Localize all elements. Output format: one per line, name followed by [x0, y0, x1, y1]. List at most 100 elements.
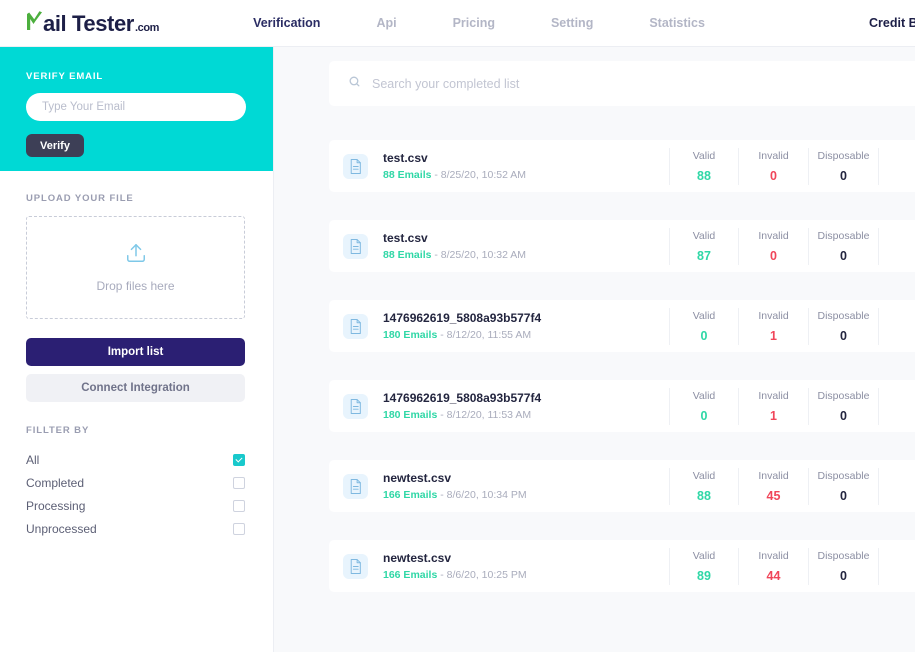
- stat-value-valid: 87: [670, 249, 738, 263]
- filter-option-completed[interactable]: Completed: [26, 471, 245, 494]
- filter-option-unprocessed[interactable]: Unprocessed: [26, 517, 245, 540]
- stat-label-invalid: Invalid: [739, 390, 808, 402]
- nav-item-verification[interactable]: Verification: [225, 16, 348, 30]
- upload-file-panel: UPLOAD YOUR FILE Drop files here: [0, 171, 273, 319]
- brand-logo[interactable]: ail Tester .com: [26, 9, 159, 37]
- stat-value-invalid: 44: [739, 569, 808, 583]
- file-name: 1476962619_5808a93b577f4: [383, 311, 669, 325]
- stat-value-invalid: 1: [739, 329, 808, 343]
- file-document-icon: [343, 154, 368, 179]
- list-item[interactable]: 1476962619_5808a93b577f4 180 Emails - 8/…: [329, 380, 915, 432]
- stat-label-disposable: Disposable: [809, 310, 878, 322]
- verify-email-input[interactable]: [26, 93, 246, 121]
- file-name: newtest.csv: [383, 551, 669, 565]
- stat-invalid: Invalid 45: [739, 468, 809, 505]
- file-meta: test.csv 88 Emails - 8/25/20, 10:52 AM: [383, 151, 669, 181]
- file-name: newtest.csv: [383, 471, 669, 485]
- stat-value-disposable: 0: [809, 409, 878, 423]
- stat-valid: Valid 0: [669, 308, 739, 345]
- file-document-icon: [343, 554, 368, 579]
- filter-label-processing: Processing: [26, 499, 85, 513]
- stat-value-disposable: 0: [809, 249, 878, 263]
- stat-value-disposable: 0: [809, 569, 878, 583]
- stat-valid: Valid 88: [669, 468, 739, 505]
- credit-balance-label[interactable]: Credit Balance: [869, 16, 915, 30]
- stat-label-disposable: Disposable: [809, 390, 878, 402]
- upload-date: - 8/25/20, 10:52 AM: [434, 169, 526, 181]
- stat-label-valid: Valid: [670, 230, 738, 242]
- stat-label-valid: Valid: [670, 150, 738, 162]
- connect-integration-button[interactable]: Connect Integration: [26, 374, 245, 402]
- verify-button[interactable]: Verify: [26, 134, 84, 157]
- upload-date: - 8/25/20, 10:32 AM: [434, 249, 526, 261]
- file-name: test.csv: [383, 231, 669, 245]
- logo-text: ail Tester: [43, 11, 134, 37]
- file-dropzone[interactable]: Drop files here: [26, 216, 245, 319]
- stat-value-valid: 0: [670, 329, 738, 343]
- stat-disposable: Disposable 0: [809, 308, 879, 345]
- list-item[interactable]: test.csv 88 Emails - 8/25/20, 10:32 AM V…: [329, 220, 915, 272]
- upload-date: - 8/12/20, 11:55 AM: [440, 329, 531, 341]
- sidebar: VERIFY EMAIL Verify UPLOAD YOUR FILE Dro…: [0, 47, 274, 652]
- nav-item-pricing[interactable]: Pricing: [425, 16, 523, 30]
- stat-valid: Valid 87: [669, 228, 739, 265]
- file-document-icon: [343, 474, 368, 499]
- email-count: 88 Emails: [383, 249, 431, 261]
- nav-item-setting[interactable]: Setting: [523, 16, 621, 30]
- stat-valid: Valid 0: [669, 388, 739, 425]
- stat-value-valid: 89: [670, 569, 738, 583]
- email-count: 166 Emails: [383, 569, 437, 581]
- stat-label-invalid: Invalid: [739, 470, 808, 482]
- search-input[interactable]: [372, 77, 872, 91]
- stat-invalid: Invalid 0: [739, 228, 809, 265]
- list-item[interactable]: newtest.csv 166 Emails - 8/6/20, 10:34 P…: [329, 460, 915, 512]
- stat-disposable: Disposable 0: [809, 228, 879, 265]
- main-content: test.csv 88 Emails - 8/25/20, 10:52 AM V…: [274, 47, 915, 652]
- nav-item-api[interactable]: Api: [348, 16, 424, 30]
- file-subtitle: 180 Emails - 8/12/20, 11:55 AM: [383, 329, 669, 341]
- stat-label-valid: Valid: [670, 310, 738, 322]
- stat-label-disposable: Disposable: [809, 230, 878, 242]
- stat-valid: Valid 89: [669, 548, 739, 585]
- stats-group: Valid 89 Invalid 44 Disposable 0: [669, 548, 879, 585]
- file-document-icon: [343, 314, 368, 339]
- import-list-button[interactable]: Import list: [26, 338, 245, 366]
- stat-value-disposable: 0: [809, 329, 878, 343]
- filter-option-all[interactable]: All: [26, 448, 245, 471]
- file-meta: newtest.csv 166 Emails - 8/6/20, 10:25 P…: [383, 551, 669, 581]
- stat-invalid: Invalid 1: [739, 308, 809, 345]
- list-item[interactable]: newtest.csv 166 Emails - 8/6/20, 10:25 P…: [329, 540, 915, 592]
- list-item[interactable]: test.csv 88 Emails - 8/25/20, 10:52 AM V…: [329, 140, 915, 192]
- verify-email-title: VERIFY EMAIL: [26, 71, 247, 82]
- upload-date: - 8/6/20, 10:34 PM: [440, 489, 526, 501]
- stat-label-valid: Valid: [670, 550, 738, 562]
- filter-checkbox-all[interactable]: [233, 454, 245, 466]
- stat-valid: Valid 88: [669, 148, 739, 185]
- stat-value-disposable: 0: [809, 489, 878, 503]
- stats-group: Valid 0 Invalid 1 Disposable 0: [669, 308, 879, 345]
- file-meta: test.csv 88 Emails - 8/25/20, 10:32 AM: [383, 231, 669, 261]
- stat-invalid: Invalid 0: [739, 148, 809, 185]
- green-check-m-icon: [26, 9, 43, 31]
- search-icon: [348, 75, 361, 93]
- filter-checkbox-unprocessed[interactable]: [233, 523, 245, 535]
- stat-label-disposable: Disposable: [809, 150, 878, 162]
- stat-value-valid: 0: [670, 409, 738, 423]
- dropzone-label: Drop files here: [96, 279, 174, 293]
- logo-tld: .com: [135, 22, 159, 34]
- file-document-icon: [343, 394, 368, 419]
- stat-label-invalid: Invalid: [739, 150, 808, 162]
- filter-option-processing[interactable]: Processing: [26, 494, 245, 517]
- filter-checkbox-completed[interactable]: [233, 477, 245, 489]
- email-count: 180 Emails: [383, 329, 437, 341]
- filter-checkbox-processing[interactable]: [233, 500, 245, 512]
- stat-value-invalid: 45: [739, 489, 808, 503]
- stat-value-valid: 88: [670, 169, 738, 183]
- nav-item-statistics[interactable]: Statistics: [621, 16, 733, 30]
- search-bar[interactable]: [329, 61, 915, 106]
- file-subtitle: 88 Emails - 8/25/20, 10:32 AM: [383, 249, 669, 261]
- stat-label-invalid: Invalid: [739, 230, 808, 242]
- list-item[interactable]: 1476962619_5808a93b577f4 180 Emails - 8/…: [329, 300, 915, 352]
- stat-value-invalid: 0: [739, 169, 808, 183]
- stat-label-disposable: Disposable: [809, 470, 878, 482]
